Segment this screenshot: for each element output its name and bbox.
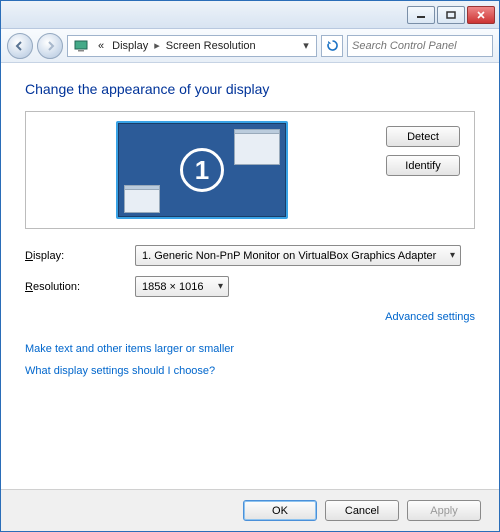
preview-window-2 xyxy=(124,185,160,213)
minimize-button[interactable] xyxy=(407,6,435,24)
detect-button[interactable]: Detect xyxy=(386,126,460,147)
text-size-link[interactable]: Make text and other items larger or smal… xyxy=(25,343,475,355)
monitor-preview-1[interactable]: 1 xyxy=(116,121,288,219)
screen-resolution-window: « Display ▸ Screen Resolution ▾ Change t… xyxy=(0,0,500,532)
breadcrumb[interactable]: « Display ▸ Screen Resolution ▾ xyxy=(67,35,317,57)
crumb-screen-resolution[interactable]: Screen Resolution xyxy=(162,40,260,52)
advanced-settings-link[interactable]: Advanced settings xyxy=(385,311,475,323)
maximize-button[interactable] xyxy=(437,6,465,24)
cancel-button[interactable]: Cancel xyxy=(325,500,399,521)
crumb-prefix: « xyxy=(94,40,108,52)
search-box[interactable] xyxy=(347,35,493,57)
identify-button[interactable]: Identify xyxy=(386,155,460,176)
monitor-icon xyxy=(74,39,90,53)
apply-button: Apply xyxy=(407,500,481,521)
search-input[interactable] xyxy=(352,40,488,52)
back-button[interactable] xyxy=(7,33,33,59)
content-area: Change the appearance of your display 1 … xyxy=(1,63,499,489)
display-label: Display: xyxy=(25,250,135,262)
page-title: Change the appearance of your display xyxy=(25,81,475,97)
resolution-label: Resolution: xyxy=(25,281,135,293)
refresh-button[interactable] xyxy=(321,35,343,57)
resolution-select-value: 1858 × 1016 xyxy=(142,281,203,293)
ok-button[interactable]: OK xyxy=(243,500,317,521)
help-link[interactable]: What display settings should I choose? xyxy=(25,365,475,377)
monitor-number-badge: 1 xyxy=(180,148,224,192)
path-dropdown-icon[interactable]: ▾ xyxy=(298,39,314,52)
titlebar xyxy=(1,1,499,29)
close-button[interactable] xyxy=(467,6,495,24)
crumb-display[interactable]: Display xyxy=(108,40,152,52)
crumb-separator-icon: ▸ xyxy=(152,39,162,52)
display-preview: 1 Detect Identify xyxy=(25,111,475,229)
display-select[interactable]: 1. Generic Non-PnP Monitor on VirtualBox… xyxy=(135,245,461,266)
dialog-footer: OK Cancel Apply xyxy=(1,489,499,531)
resolution-select[interactable]: 1858 × 1016 xyxy=(135,276,229,297)
display-select-value: 1. Generic Non-PnP Monitor on VirtualBox… xyxy=(142,250,436,262)
nav-bar: « Display ▸ Screen Resolution ▾ xyxy=(1,29,499,63)
forward-button[interactable] xyxy=(37,33,63,59)
preview-window-1 xyxy=(234,129,280,165)
